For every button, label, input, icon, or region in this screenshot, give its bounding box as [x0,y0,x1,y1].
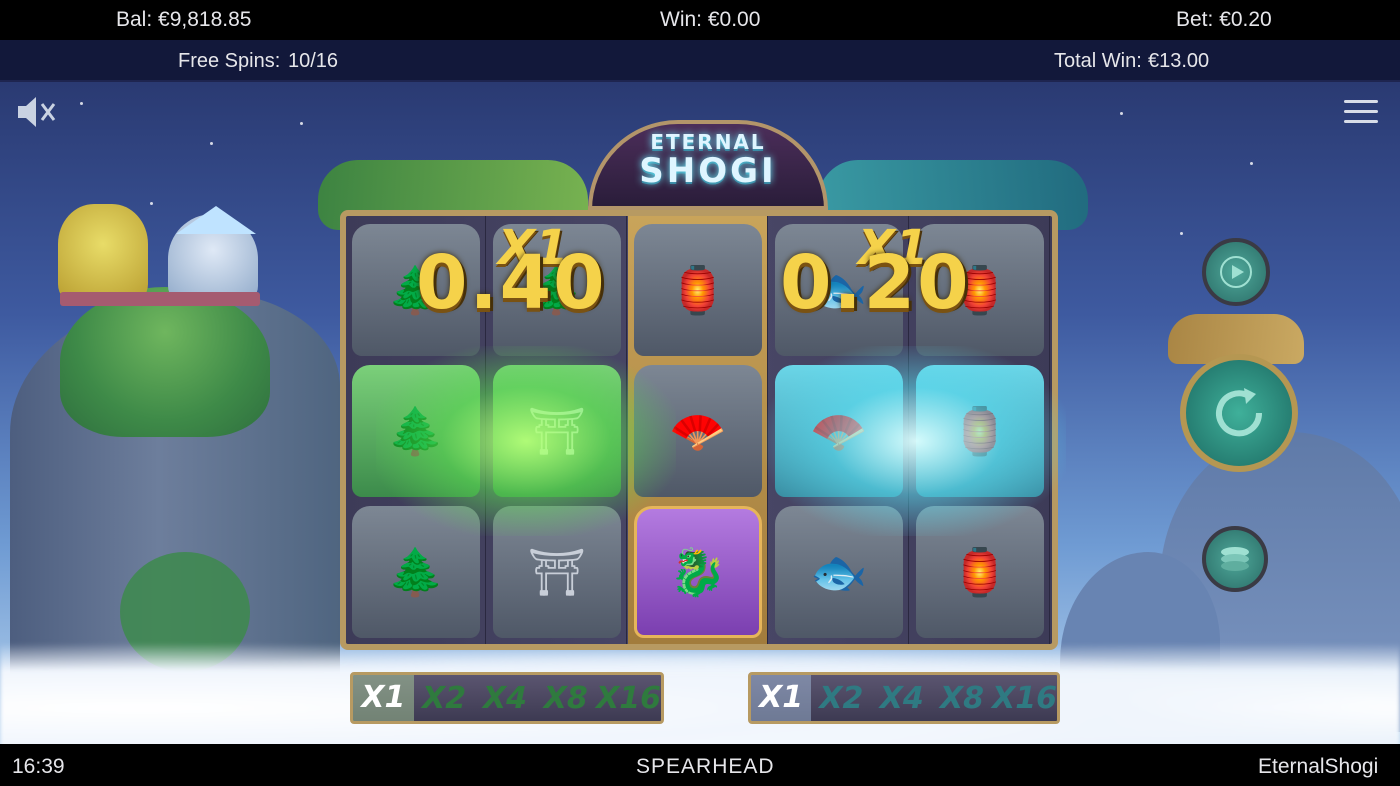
teal-win-glow [766,346,1066,536]
provider-brand: SPEARHEAD [636,755,775,778]
star [1180,232,1183,235]
menu-line [1344,120,1378,123]
right-multiplier-step: X8 [939,680,984,716]
bet-settings-button[interactable] [1202,526,1268,592]
cliff-railing [60,292,260,306]
left-multiplier-step: X1 [353,675,414,721]
right-multiplier-step: X16 [992,680,1058,716]
spin-button[interactable] [1180,354,1298,472]
free-spins-bar: Free Spins: 10/16 Total Win: €13.00 [0,40,1400,82]
logo-arch: ETERNAL SHOGI [588,120,828,210]
clock: 16:39 [12,755,65,778]
coin-stack-icon [1221,547,1249,571]
hamburger-menu-icon[interactable] [1344,100,1378,126]
left-multiplier-step: X16 [596,680,662,716]
right-win-amount: 0.20 [780,240,971,326]
logo-line-2: SHOGI [639,151,777,191]
menu-line [1344,110,1378,113]
left-multiplier-step: X2 [422,680,467,716]
total-win-value: €13.00 [1148,50,1210,72]
win-display: Win: €0.00 [660,8,761,31]
golden-warrior-character [58,204,148,304]
free-spins-counter: 10/16 [288,50,339,72]
spin-arrow-icon [1216,388,1263,437]
left-win-amount: 0.40 [416,240,607,326]
lantern-symbol: 🏮 [634,224,762,356]
green-win-glow [376,346,676,536]
balance-display: Bal: €9,818.85 [116,8,252,31]
slot-machine-frame: ETERNAL SHOGI 🏮🏮🏮🐟🪭🐟🏮🪭🐉🌲⛩⛩🌲🌲🌲 [318,120,1088,660]
star [300,122,303,125]
right-multiplier-step: X4 [879,680,924,716]
right-multiplier-trail: X1 X2 X4 X8 X16 [748,672,1060,724]
top-status-bar: Bal: €9,818.85 Win: €0.00 Bet: €0.20 [0,0,1400,40]
star [1120,112,1123,115]
game-logo: ETERNAL SHOGI [592,130,824,188]
left-multiplier-trail: X1 X2 X4 X8 X16 [350,672,664,724]
autoplay-button[interactable] [1202,238,1270,306]
right-multiplier-step: X1 [751,675,812,721]
right-multiplier-step: X2 [819,680,864,716]
star [80,102,83,105]
total-win-label: Total Win: [1054,50,1142,72]
free-spins-label: Free Spins: [178,50,281,72]
game-name: EternalShogi [1258,755,1379,778]
bottom-info-bar: 16:39 SPEARHEAD EternalShogi [0,744,1400,786]
menu-line [1344,100,1378,103]
star [210,142,213,145]
star [1250,162,1253,165]
play-icon [1220,256,1252,288]
left-multiplier-step: X4 [482,680,527,716]
left-multiplier-step: X8 [543,680,588,716]
speaker-muted-icon[interactable] [14,92,58,132]
bet-display: Bet: €0.20 [1176,8,1272,31]
